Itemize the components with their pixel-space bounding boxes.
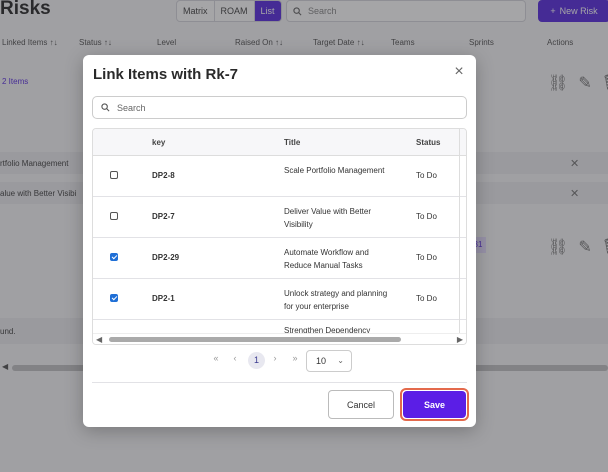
row-status: To Do [416,212,437,221]
search-icon [101,103,110,112]
table-vertical-scrollbar[interactable] [459,129,460,344]
pagination: « ‹ 1 › » 10 ⌄ [83,349,476,372]
row-checkbox[interactable] [110,171,118,179]
search-input[interactable] [117,102,437,113]
row-checkbox[interactable] [110,212,118,220]
first-page-icon[interactable]: « [209,353,223,363]
items-table: key Title Status DP2-8 Scale Portfolio M… [92,128,467,345]
footer-divider [92,382,467,383]
chevron-down-icon: ⌄ [337,356,344,365]
save-button[interactable]: Save [403,391,466,418]
table-header: key Title Status [93,129,466,156]
row-title: Deliver Value with Better Visibility [284,207,371,229]
header-title: Title [284,138,301,147]
scrollbar-thumb[interactable] [109,337,401,342]
header-status: Status [416,138,441,147]
table-row: DP2-29 Automate Workflow and Reduce Manu… [93,238,466,279]
row-title: Scale Portfolio Management [284,166,385,175]
close-icon[interactable]: × [451,64,467,80]
dialog-search [92,96,467,119]
next-page-icon[interactable]: › [268,353,282,363]
row-title: Automate Workflow and Reduce Manual Task… [284,248,369,270]
link-items-dialog: Link Items with Rk-7 × key Title Status … [83,55,476,427]
scroll-left-icon[interactable]: ◀ [96,334,102,344]
header-key: key [152,138,166,147]
row-status: To Do [416,294,437,303]
prev-page-icon[interactable]: ‹ [228,353,242,363]
table-row: DP2-7 Deliver Value with Better Visibili… [93,197,466,238]
row-key: DP2-8 [152,171,175,180]
row-status: To Do [416,253,437,262]
cancel-button[interactable]: Cancel [328,390,394,419]
row-checkbox-checked[interactable] [110,253,118,261]
scroll-right-icon[interactable]: ▶ [457,334,463,344]
row-status: To Do [416,171,437,180]
page-size-select[interactable]: 10 ⌄ [306,350,352,372]
row-key: DP2-29 [152,253,180,262]
table-row: DP2-1 Unlock strategy and planning for y… [93,279,466,320]
table-row: DP2-8 Scale Portfolio Management To Do [93,156,466,197]
row-title: Unlock strategy and planning for your en… [284,289,388,311]
row-key: DP2-1 [152,294,175,303]
last-page-icon[interactable]: » [288,353,302,363]
dialog-title: Link Items with Rk-7 [93,66,239,83]
current-page[interactable]: 1 [248,352,265,369]
page-size-value: 10 [316,356,327,366]
table-horizontal-scrollbar[interactable]: ◀ ▶ [93,333,466,344]
row-checkbox-checked[interactable] [110,294,118,302]
row-key: DP2-7 [152,212,175,221]
